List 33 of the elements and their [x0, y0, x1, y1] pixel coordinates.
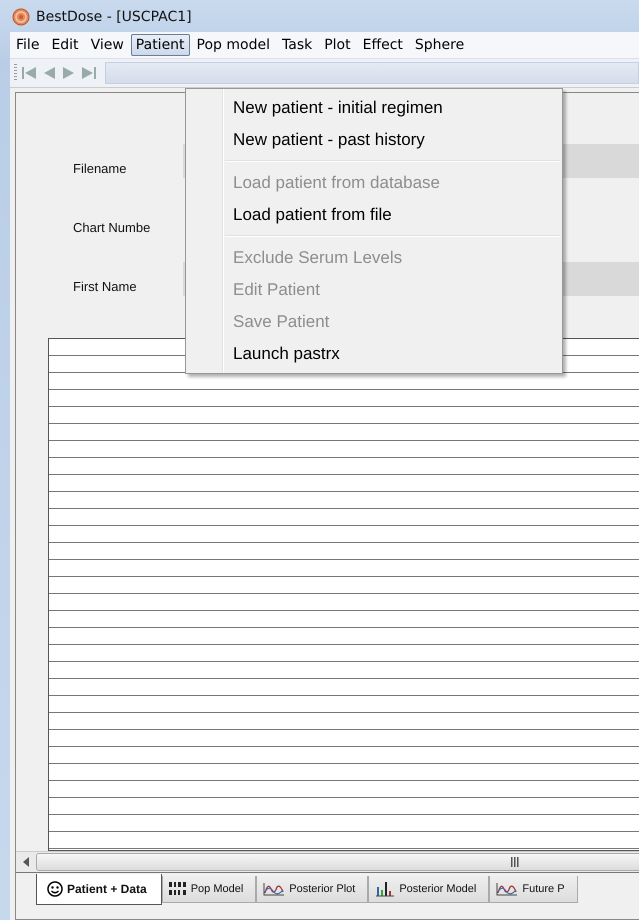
last-record-icon[interactable] [81, 66, 97, 80]
menu-item[interactable]: File [11, 34, 44, 56]
menu-option[interactable]: New patient - initial regimen [186, 92, 562, 124]
menu-option[interactable]: New patient - past history [186, 124, 562, 156]
app-logo-icon [12, 8, 30, 26]
menu-item[interactable]: Pop model [192, 34, 275, 56]
menu-item[interactable]: View [86, 34, 129, 56]
menu-item[interactable]: Effect [358, 34, 408, 56]
menu-option[interactable]: Launch pastrx [186, 338, 562, 370]
field-label: Chart Numbe [73, 220, 152, 235]
scrollbar-thumb[interactable] [36, 853, 639, 871]
menu-item[interactable]: Sphere [410, 34, 470, 56]
tab[interactable]: Posterior Plot [256, 876, 368, 903]
menu-option[interactable]: Load patient from file [186, 199, 562, 231]
menu-item[interactable]: Plot [319, 34, 356, 56]
scroll-left-icon[interactable] [22, 857, 30, 867]
menu-item[interactable]: Patient [130, 34, 190, 56]
tab[interactable]: Future P [489, 876, 578, 903]
grip-icon [511, 857, 519, 867]
smiley-icon [47, 881, 63, 897]
menu-item[interactable]: Edit [46, 34, 84, 56]
tab[interactable]: Posterior Model [368, 876, 490, 903]
window-title: BestDose - [USCPAC1] [36, 9, 192, 25]
bar-chart-icon [375, 881, 396, 897]
first-record-icon[interactable] [21, 66, 37, 80]
binary-icon [168, 881, 187, 897]
menu-item[interactable]: Task [277, 34, 318, 56]
tab[interactable]: Pop Model [162, 876, 256, 903]
field-label: First Name [73, 279, 138, 294]
curve-chart-icon [263, 881, 286, 897]
field-label: Filename [73, 161, 128, 176]
tab[interactable]: Patient + Data [36, 874, 162, 905]
curve-chart-icon [496, 881, 518, 897]
